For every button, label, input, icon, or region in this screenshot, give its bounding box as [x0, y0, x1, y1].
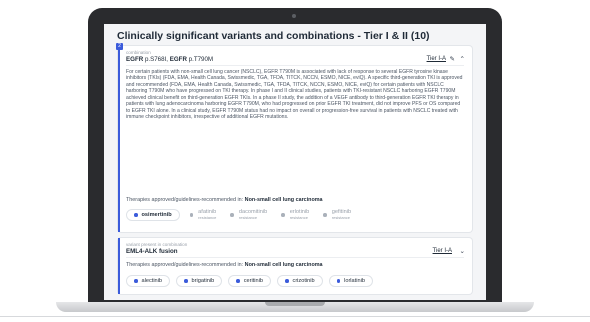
chevron-up-icon[interactable]: ⌃	[460, 55, 465, 63]
floor-line	[0, 316, 590, 317]
card-tag: variant present in combination	[126, 242, 188, 247]
therapy-name: brigatinib	[191, 278, 215, 284]
dot-icon	[189, 213, 194, 217]
therapy-name: alectinib	[141, 278, 163, 284]
therapy-chip-alectinib[interactable]: alectinib	[126, 275, 171, 287]
therapy-chip-dacomitinib[interactable]: dacomitinib resistance	[226, 209, 271, 221]
therapy-chip-osimertinib[interactable]: osimertinib	[126, 209, 180, 221]
dot-icon	[134, 279, 138, 283]
dot-icon	[281, 213, 285, 217]
therapy-chip-afatinib[interactable]: afatinib resistance	[186, 209, 221, 221]
therapies-indication: Non-small cell lung carcinoma	[244, 262, 323, 268]
variant-heading: EGFR p.S768I, EGFR p.T790M	[126, 56, 213, 63]
chevron-down-icon[interactable]: ⌄	[460, 247, 465, 255]
dot-icon	[285, 279, 289, 283]
resistance-label: resistance	[198, 215, 217, 220]
variant-a-gene: EGFR	[126, 55, 144, 63]
resistance-label: resistance	[331, 215, 351, 220]
dot-icon	[336, 279, 341, 283]
therapy-chip-gefitinib[interactable]: gefitinib resistance	[319, 209, 355, 221]
card-count-badge: 2	[116, 43, 123, 50]
dot-icon	[184, 279, 188, 283]
card-accent-bar	[118, 238, 120, 294]
card-accent-bar	[118, 46, 120, 232]
variant-b-gene: EGFR	[169, 55, 187, 63]
card-divider	[126, 65, 464, 66]
therapies-label: Therapies approved/guidelines-recommende…	[126, 262, 323, 268]
variant-card-eml4-alk: variant present in combination EML4-ALK …	[118, 238, 472, 294]
therapies-prefix: Therapies approved/guidelines-recommende…	[126, 262, 244, 268]
variant-a-change: p.S768I,	[144, 55, 168, 63]
camera-icon	[292, 14, 296, 18]
therapy-chips: alectinib brigatinib ceritinib crizotini…	[126, 275, 464, 287]
therapy-name: ceritinib	[243, 278, 264, 284]
pencil-icon[interactable]: ✎	[450, 55, 455, 63]
card-tag: combination	[126, 50, 151, 55]
variant-name: EML4-ALK fusion	[126, 247, 178, 255]
therapies-prefix: Therapies approved/guidelines-recommende…	[126, 197, 244, 203]
tier-link[interactable]: Tier I-A	[427, 56, 446, 62]
therapy-name: osimertinib	[141, 212, 172, 218]
therapy-chip-crizotinib[interactable]: crizotinib	[277, 275, 323, 287]
tier-link[interactable]: Tier I-A	[433, 248, 452, 254]
app-screen: Clinically significant variants and comb…	[104, 24, 486, 300]
therapy-chip-erlotinib[interactable]: erlotinib resistance	[277, 209, 313, 221]
therapy-chip-ceritinib[interactable]: ceritinib	[228, 275, 272, 287]
variant-b-change: p.T790M	[188, 55, 214, 63]
dot-icon	[323, 213, 327, 217]
card-divider	[126, 257, 464, 258]
resistance-label: resistance	[238, 215, 258, 220]
variant-description: For certain patients with non-small cell…	[126, 69, 463, 121]
therapies-label: Therapies approved/guidelines-recommende…	[126, 197, 323, 203]
variant-heading: EML4-ALK fusion	[126, 248, 178, 255]
therapy-name: lorlatinib	[344, 278, 365, 284]
laptop-base-notch	[265, 302, 325, 306]
therapy-name: crizotinib	[292, 278, 315, 284]
page-title: Clinically significant variants and comb…	[117, 30, 430, 42]
resistance-label: resistance	[289, 215, 308, 220]
therapies-indication: Non-small cell lung carcinoma	[244, 197, 323, 203]
dot-icon	[230, 213, 234, 217]
variant-card-egfr: 2 combination EGFR p.S768I, EGFR p.T790M…	[116, 43, 472, 232]
therapy-chip-brigatinib[interactable]: brigatinib	[176, 275, 223, 287]
dot-icon	[134, 213, 138, 217]
dot-icon	[236, 279, 240, 283]
therapy-chip-lorlatinib[interactable]: lorlatinib	[328, 275, 373, 287]
therapy-chips: osimertinib afatinib resistance dacomiti…	[126, 209, 464, 221]
